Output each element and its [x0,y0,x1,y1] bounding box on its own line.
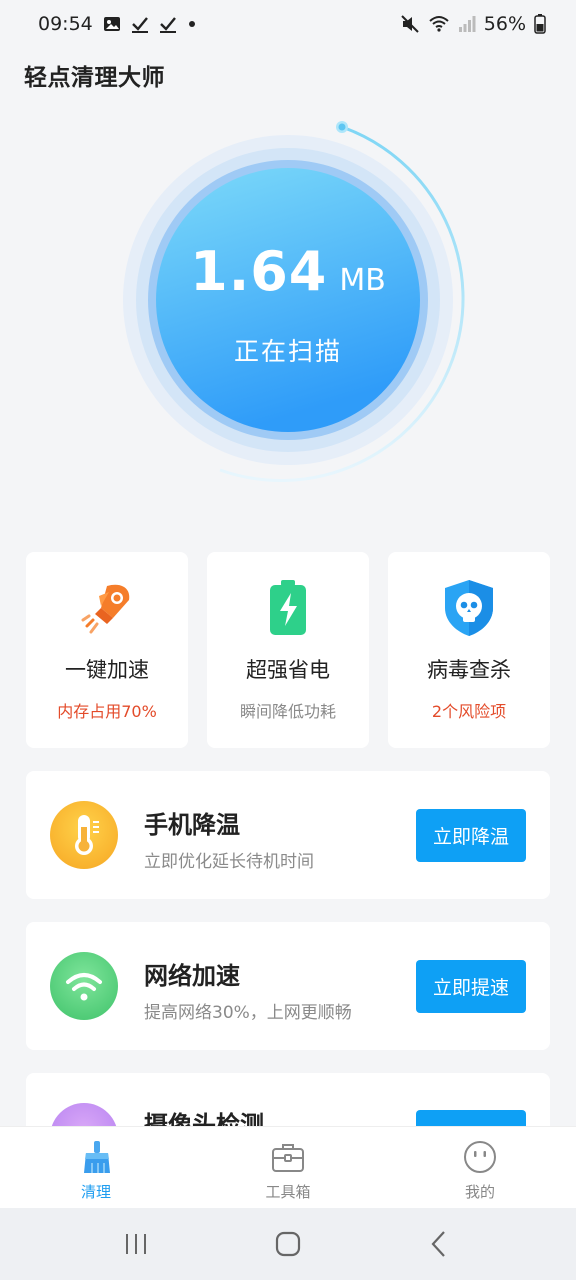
nav-label: 工具箱 [265,1183,311,1201]
scan-circle-graphic [123,121,465,482]
feature-subtitle: 瞬间降低功耗 [239,702,336,721]
list-title: 网络加速 [144,962,240,990]
scan-gauge[interactable]: 1.64 MB 正在扫描 [0,110,576,500]
cool-now-button[interactable]: 立即降温 [416,809,526,862]
back-button[interactable] [410,1214,470,1274]
nav-profile[interactable]: 我的 [384,1127,576,1208]
system-nav-bar [0,1208,576,1280]
virus-shield-icon [439,578,499,638]
nav-toolbox[interactable]: 工具箱 [192,1127,384,1208]
battery-percent: 56% [483,13,526,35]
camera-check-button[interactable] [416,1110,526,1126]
speed-up-button[interactable]: 立即提速 [416,960,526,1013]
scan-unit: MB [339,263,386,298]
wifi-icon [428,14,450,34]
nav-label: 清理 [80,1183,111,1201]
list-title: 手机降温 [144,811,240,839]
list-card-cooling[interactable]: 手机降温 立即优化延长待机时间 立即降温 [26,771,550,899]
thermometer-icon [50,801,118,869]
status-time: 09:54 [38,13,93,35]
toolbox-icon [270,1139,306,1175]
image-icon [103,15,121,33]
face-icon [462,1139,498,1175]
battery-bolt-icon [258,578,318,638]
nav-clean[interactable]: 清理 [0,1127,192,1208]
feature-title: 超强省电 [246,658,330,682]
feature-card-antivirus[interactable]: 病毒查杀 2个风险项 [388,552,550,748]
home-button[interactable] [258,1214,318,1274]
feature-title: 病毒查杀 [427,658,511,682]
scan-status: 正在扫描 [233,337,342,366]
feature-subtitle: 2个风险项 [431,702,507,721]
dot-icon [187,19,197,29]
check-icon [131,15,149,33]
home-icon [275,1231,301,1257]
back-icon [431,1231,445,1257]
status-bar: 09:54 56% [0,0,576,48]
nav-label: 我的 [464,1183,495,1201]
feature-subtitle: 内存占用70% [57,702,157,721]
check-icon [159,15,177,33]
mute-icon [400,14,420,34]
battery-icon [534,14,546,34]
wifi-icon [50,952,118,1020]
scan-size: 1.64 [190,240,328,303]
app-title: 轻点清理大师 [24,65,165,91]
broom-icon [78,1139,114,1175]
feature-title: 一键加速 [65,658,149,682]
feature-card-battery[interactable]: 超强省电 瞬间降低功耗 [207,552,369,748]
recent-apps-icon [126,1234,146,1254]
recent-apps-button[interactable] [106,1214,166,1274]
rocket-icon [77,578,137,638]
feature-cards: 一键加速 内存占用70% 超强省电 瞬间降低功耗 病毒查杀 2个风险项 [26,552,550,748]
list-card-network[interactable]: 网络加速 提高网络30%，上网更顺畅 立即提速 [26,922,550,1050]
list-card-camera[interactable]: 摄像头检测 [26,1073,550,1171]
scan-value: 1.64 MB [0,240,576,303]
signal-icon [458,15,476,33]
bottom-nav: 清理 工具箱 我的 [0,1126,576,1208]
feature-card-boost[interactable]: 一键加速 内存占用70% [26,552,188,748]
list-subtitle: 立即优化延长待机时间 [144,852,314,872]
list-subtitle: 提高网络30%，上网更顺畅 [144,1003,352,1023]
